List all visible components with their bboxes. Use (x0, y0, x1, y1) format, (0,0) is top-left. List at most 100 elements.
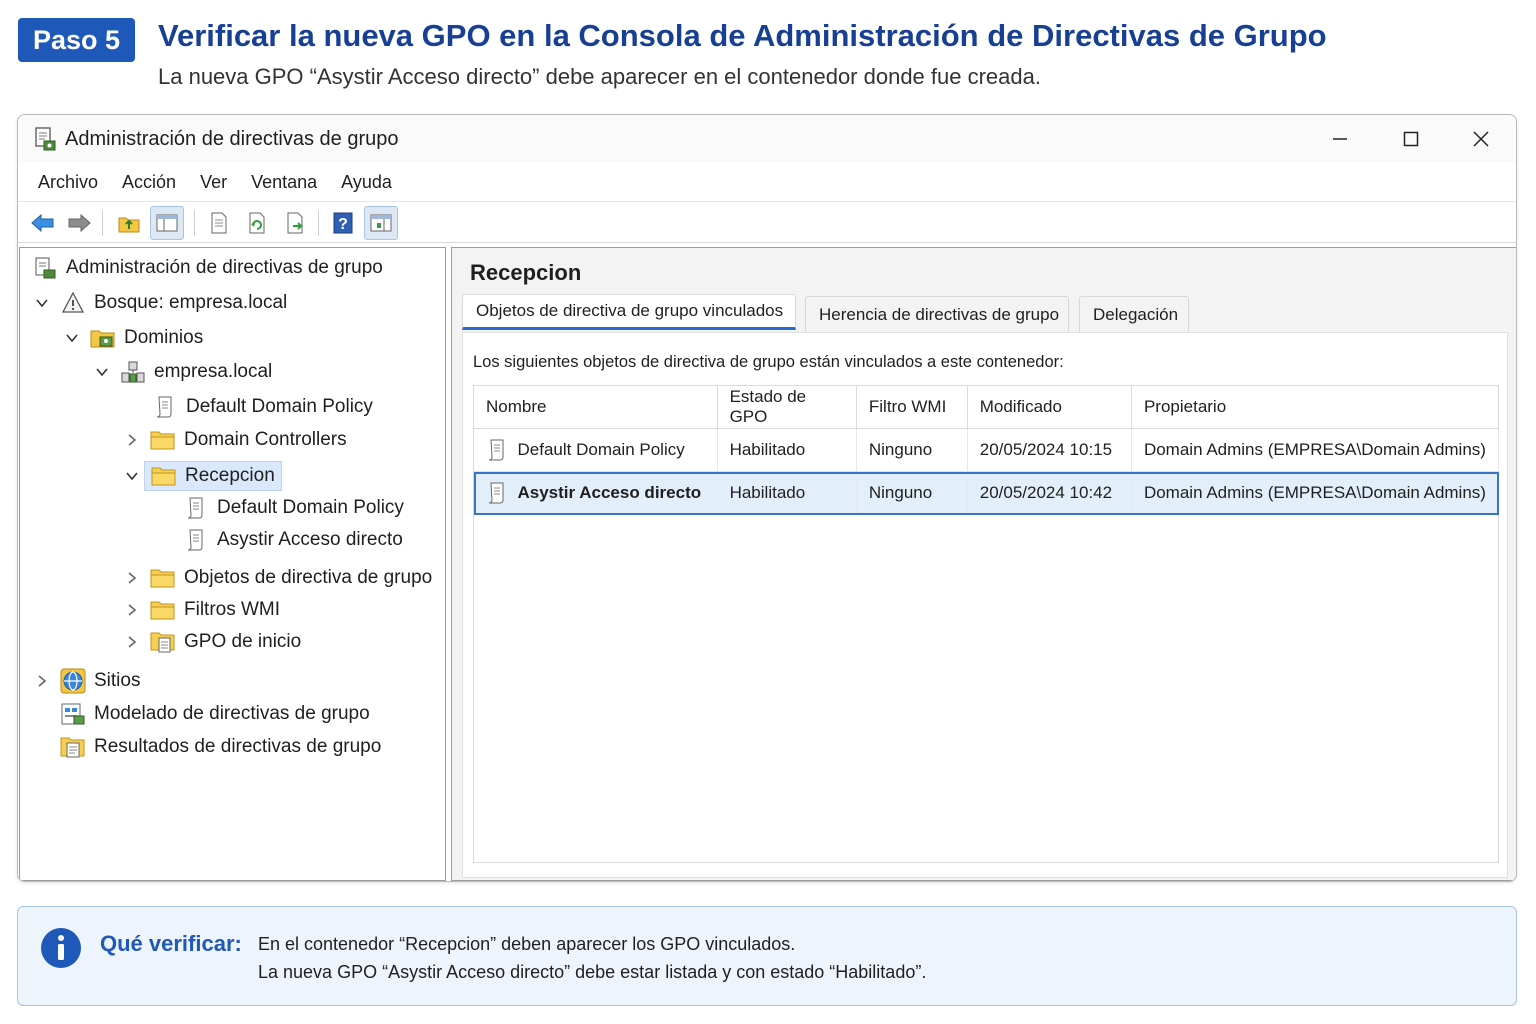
gpo-icon (488, 482, 503, 504)
properties-icon[interactable] (202, 206, 236, 240)
gpo-icon (488, 439, 503, 461)
gpo-link-icon (152, 394, 178, 420)
minimize-button[interactable] (1315, 121, 1365, 157)
chevron-down-icon[interactable] (32, 293, 52, 313)
tree-default-domain-policy[interactable]: Default Domain Policy (152, 393, 373, 421)
close-button[interactable] (1456, 121, 1506, 157)
column-header-modified[interactable]: Modificado (966, 385, 1132, 429)
starter-gpo-folder-icon (150, 629, 176, 655)
chevron-right-icon[interactable] (122, 632, 142, 652)
tree-label-recepcion: Recepcion (185, 465, 275, 486)
table-header-row: Nombre Estado de GPO Filtro WMI Modifica… (473, 385, 1500, 429)
tree-wmi-filters[interactable]: Filtros WMI (122, 596, 280, 624)
gpmc-root-icon (32, 255, 58, 281)
results-icon (60, 734, 86, 760)
tree-label-modeling: Modelado de directivas de grupo (94, 703, 370, 724)
tree-label-domain: empresa.local (154, 361, 273, 382)
tree-recepcion-asystir[interactable]: Asystir Acceso directo (183, 526, 403, 554)
tree-results[interactable]: Resultados de directivas de grupo (60, 733, 381, 761)
tree-label-starter-gpos: GPO de inicio (184, 631, 302, 652)
export-list-icon[interactable] (278, 206, 312, 240)
column-header-name[interactable]: Nombre (473, 385, 718, 429)
tree-label-results: Resultados de directivas de grupo (94, 736, 382, 757)
container-title: Recepcion (470, 260, 582, 285)
chevron-down-icon[interactable] (62, 328, 82, 348)
gpo-name: Default Domain Policy (517, 440, 685, 459)
console-tree: Administración de directivas de grupo Bo… (19, 247, 446, 881)
window-title: Administración de directivas de grupo (65, 128, 399, 150)
tree-forest[interactable]: Bosque: empresa.local (32, 289, 287, 317)
ou-folder-icon (151, 463, 177, 489)
tree-root[interactable]: Administración de directivas de grupo (32, 254, 383, 282)
maximize-button[interactable] (1386, 121, 1436, 157)
cell-name: Default Domain Policy (473, 428, 718, 472)
tree-domain[interactable]: empresa.local (92, 358, 272, 386)
show-hide-tree-icon[interactable] (150, 206, 184, 240)
menu-accion[interactable]: Acción (122, 170, 176, 195)
refresh-icon[interactable] (240, 206, 274, 240)
tree-sites[interactable]: Sitios (32, 667, 140, 695)
forest-icon (60, 290, 86, 316)
cell-name: Asystir Acceso directo (473, 471, 718, 515)
linked-gpos-description: Los siguientes objetos de directiva de g… (473, 353, 1064, 371)
gpo-link-icon (183, 495, 209, 521)
step-badge: Paso 5 (18, 18, 135, 62)
back-arrow-icon[interactable] (26, 206, 60, 240)
up-folder-icon[interactable] (112, 206, 146, 240)
folder-icon (150, 565, 176, 591)
tree-gpo-objects[interactable]: Objetos de directiva de grupo (122, 564, 432, 592)
info-box: Qué verificar: En el contenedor “Recepci… (17, 906, 1517, 1006)
tree-label-wmi-filters: Filtros WMI (184, 599, 281, 620)
table-row[interactable]: Default Domain Policy Habilitado Ninguno… (473, 428, 1500, 472)
page-subtitle: La nueva GPO “Asystir Acceso directo” de… (158, 64, 1041, 89)
column-header-owner[interactable]: Propietario (1130, 385, 1500, 429)
table-row-selected[interactable]: Asystir Acceso directo Habilitado Ningun… (473, 471, 1500, 515)
chevron-down-icon[interactable] (92, 362, 112, 382)
chevron-right-icon[interactable] (122, 430, 142, 450)
column-header-status[interactable]: Estado de GPO (716, 385, 857, 429)
menu-archivo[interactable]: Archivo (38, 170, 98, 195)
gpo-status: Habilitado (717, 428, 857, 472)
tree-label-recepcion-child-2: Asystir Acceso directo (217, 529, 403, 550)
tree-label-domains: Dominios (124, 327, 204, 348)
tab-content: Los siguientes objetos de directiva de g… (462, 332, 1508, 878)
info-text-line-2: La nueva GPO “Asystir Acceso directo” de… (258, 962, 927, 982)
chevron-right-icon[interactable] (122, 568, 142, 588)
gpmc-window: Administración de directivas de grupo Ar… (17, 114, 1517, 882)
menu-ver[interactable]: Ver (200, 170, 227, 195)
title-bar: Administración de directivas de grupo (18, 115, 1516, 163)
toolbar: ? (18, 201, 1516, 243)
info-label: Qué verificar: (100, 931, 242, 956)
tree-starter-gpos[interactable]: GPO de inicio (122, 628, 301, 656)
tree-label-sites: Sitios (94, 670, 141, 691)
gpo-modified: 20/05/2024 10:15 (967, 428, 1132, 472)
modeling-icon (60, 701, 86, 727)
menu-ventana[interactable]: Ventana (251, 170, 317, 195)
tree-domains[interactable]: Dominios (62, 324, 203, 352)
column-header-wmi[interactable]: Filtro WMI (855, 385, 968, 429)
tree-modeling[interactable]: Modelado de directivas de grupo (60, 700, 370, 728)
tab-inheritance[interactable]: Herencia de directivas de grupo (805, 296, 1069, 332)
tree-domain-controllers[interactable]: Domain Controllers (122, 426, 347, 454)
chevron-right-icon[interactable] (32, 671, 52, 691)
ou-folder-icon (150, 427, 176, 453)
gpmc-app-icon (32, 126, 58, 152)
domain-icon (120, 359, 146, 385)
show-action-pane-icon[interactable] (364, 206, 398, 240)
linked-gpos-table: Nombre Estado de GPO Filtro WMI Modifica… (473, 385, 1500, 515)
details-pane: Recepcion Objetos de directiva de grupo … (451, 247, 1516, 881)
tree-label-domain-controllers: Domain Controllers (184, 429, 347, 450)
tree-recepcion[interactable]: Recepcion (122, 461, 282, 491)
help-icon[interactable]: ? (326, 206, 360, 240)
gpo-modified: 20/05/2024 10:42 (967, 471, 1132, 515)
chevron-down-icon[interactable] (122, 466, 142, 486)
tab-delegation[interactable]: Delegación (1079, 296, 1189, 332)
tab-linked-gpos[interactable]: Objetos de directiva de grupo vinculados (462, 294, 796, 330)
menu-ayuda[interactable]: Ayuda (341, 170, 392, 195)
gpo-name: Asystir Acceso directo (517, 483, 702, 502)
tree-recepcion-default-domain-policy[interactable]: Default Domain Policy (183, 494, 404, 522)
forward-arrow-icon[interactable] (62, 206, 96, 240)
tree-label-root: Administración de directivas de grupo (66, 257, 383, 278)
chevron-right-icon[interactable] (122, 600, 142, 620)
gpo-owner: Domain Admins (EMPRESA\Domain Admins) (1131, 471, 1500, 515)
